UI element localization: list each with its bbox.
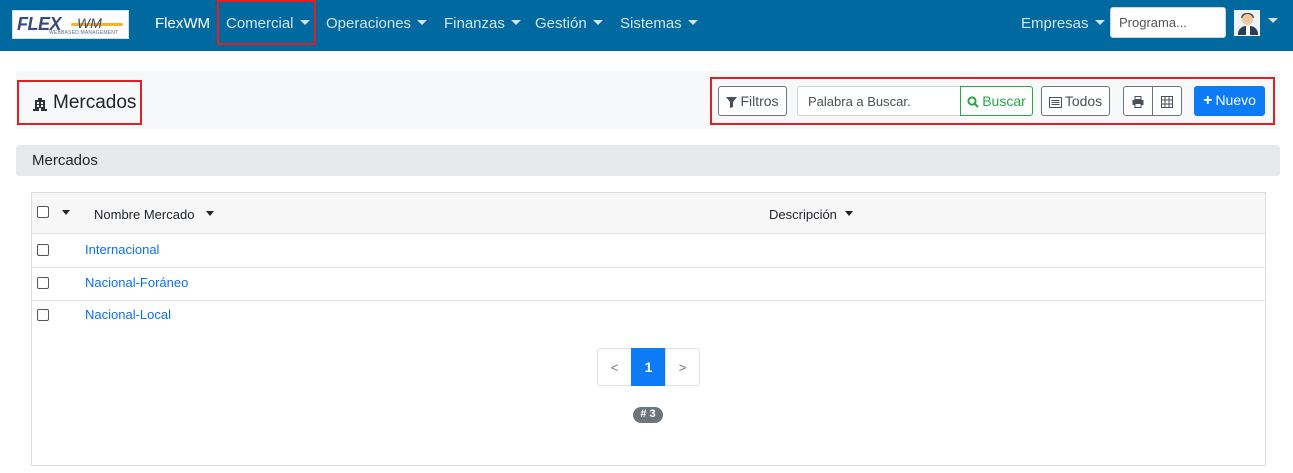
all-label: Todos bbox=[1064, 93, 1103, 109]
user-avatar-icon[interactable] bbox=[1234, 10, 1260, 36]
search-icon bbox=[967, 96, 979, 108]
table-row-link[interactable]: Nacional-Foráneo bbox=[85, 275, 188, 290]
sort-caret-icon[interactable] bbox=[206, 211, 214, 216]
all-button[interactable]: Todos bbox=[1041, 86, 1110, 116]
record-count-badge: # 3 bbox=[633, 407, 663, 423]
column-header-nombre[interactable]: Nombre Mercado bbox=[94, 207, 194, 222]
nav-menu-gestion[interactable]: Gestión bbox=[535, 15, 603, 32]
new-label: Nuevo bbox=[1215, 92, 1256, 108]
user-menu-chevron-icon[interactable] bbox=[1268, 18, 1278, 23]
chevron-down-icon bbox=[592, 20, 603, 25]
section-bar bbox=[16, 145, 1280, 176]
new-button[interactable]: + Nuevo bbox=[1194, 86, 1265, 116]
table-row-link[interactable]: Nacional-Local bbox=[85, 307, 171, 322]
pagination-page-1[interactable]: 1 bbox=[631, 348, 666, 386]
list-icon bbox=[1048, 97, 1062, 108]
search-button[interactable]: Buscar bbox=[960, 86, 1033, 116]
building-icon bbox=[33, 98, 47, 111]
column-header-label: Descripción bbox=[769, 207, 837, 222]
column-header-label: Nombre Mercado bbox=[94, 207, 195, 222]
logo-text-wm: WM bbox=[77, 15, 102, 31]
nav-menu-label: Operaciones bbox=[326, 15, 412, 32]
pagination-prev[interactable]: < bbox=[597, 348, 632, 386]
nav-menu-label: Empresas bbox=[1021, 15, 1089, 32]
table-row-link[interactable]: Internacional bbox=[85, 242, 159, 257]
nav-menu-label: Sistemas bbox=[620, 15, 682, 32]
row-checkbox[interactable] bbox=[37, 277, 49, 289]
select-all-checkbox[interactable] bbox=[37, 206, 49, 218]
search-button-label: Buscar bbox=[982, 93, 1026, 109]
select-menu-chevron-icon[interactable] bbox=[62, 210, 70, 215]
table-icon bbox=[1161, 96, 1173, 108]
keyword-search-input[interactable]: Palabra a Buscar. bbox=[797, 86, 961, 116]
row-divider bbox=[32, 300, 1265, 301]
nav-menu-empresas[interactable]: Empresas bbox=[1021, 15, 1105, 32]
page-title: Mercados bbox=[53, 92, 137, 113]
nav-menu-label: Finanzas bbox=[444, 15, 505, 32]
nav-menu-finanzas[interactable]: Finanzas bbox=[444, 15, 521, 32]
filters-button[interactable]: Filtros bbox=[718, 86, 787, 116]
chevron-down-icon bbox=[417, 20, 428, 25]
pagination-next[interactable]: > bbox=[665, 348, 700, 386]
chevron-down-icon bbox=[510, 20, 521, 25]
chevron-down-icon bbox=[687, 20, 698, 25]
chevron-down-icon bbox=[1094, 20, 1105, 25]
row-checkbox[interactable] bbox=[37, 244, 49, 256]
nav-menu-operaciones[interactable]: Operaciones bbox=[326, 15, 428, 32]
sort-caret-icon[interactable] bbox=[845, 211, 853, 216]
nav-menu-sistemas[interactable]: Sistemas bbox=[620, 15, 698, 32]
print-button[interactable] bbox=[1123, 86, 1153, 116]
row-divider bbox=[32, 267, 1265, 268]
print-icon bbox=[1132, 96, 1144, 108]
nav-menu-label: Gestión bbox=[535, 15, 587, 32]
column-header-descripcion[interactable]: Descripción bbox=[769, 207, 837, 222]
row-checkbox[interactable] bbox=[37, 309, 49, 321]
highlight-box-comercial bbox=[217, 0, 316, 45]
section-title: Mercados bbox=[32, 152, 98, 169]
logo-subtitle: WEBBASED MANAGEMENT bbox=[49, 30, 119, 36]
flexwm-logo[interactable]: FLEX WM WEBBASED MANAGEMENT bbox=[12, 10, 129, 39]
filter-icon bbox=[726, 97, 738, 108]
plus-icon: + bbox=[1203, 92, 1213, 109]
grid-view-button[interactable] bbox=[1152, 86, 1182, 116]
filters-label: Filtros bbox=[740, 93, 779, 109]
program-search-input[interactable]: Programa... bbox=[1110, 7, 1226, 38]
brand-link[interactable]: FlexWM bbox=[155, 15, 210, 32]
table-header bbox=[32, 193, 1265, 234]
